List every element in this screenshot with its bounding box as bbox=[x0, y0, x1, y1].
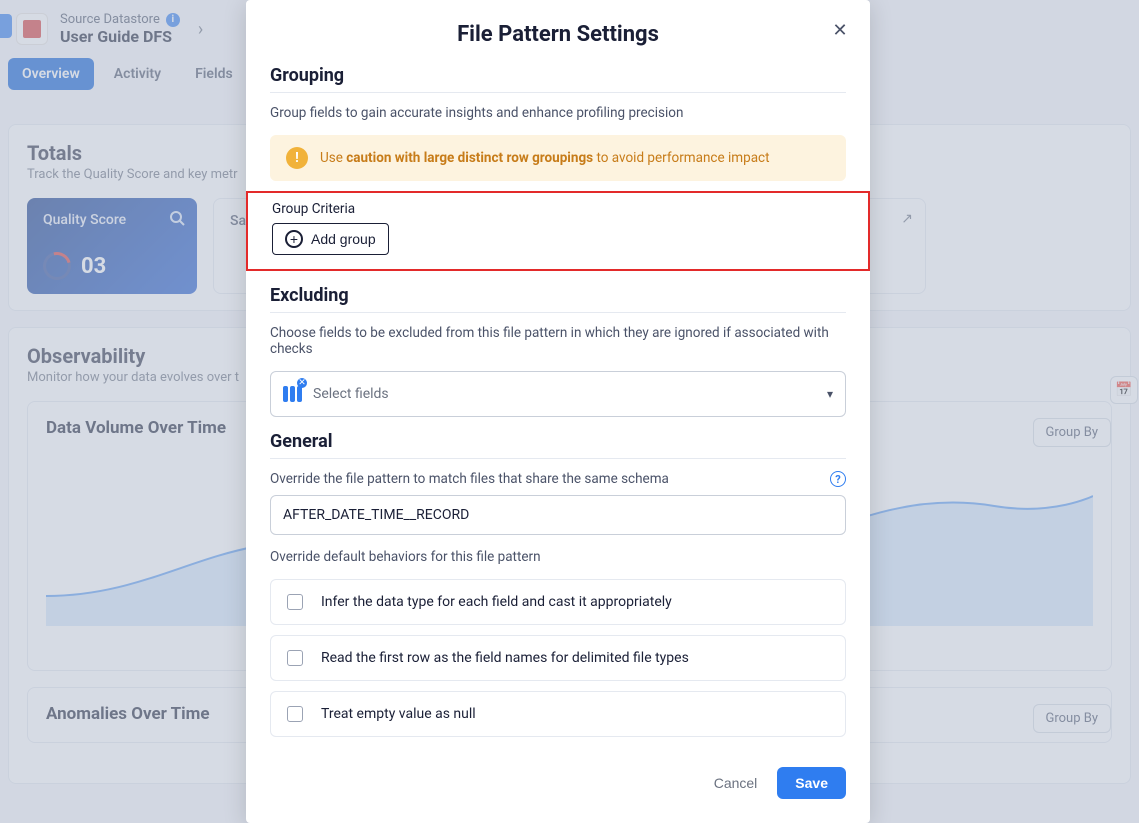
add-group-label: Add group bbox=[311, 231, 376, 247]
override-behaviors-label: Override default behaviors for this file… bbox=[270, 549, 846, 565]
alert-prefix: Use bbox=[320, 150, 346, 166]
grouping-title: Grouping bbox=[270, 65, 846, 86]
option-label: Treat empty value as null bbox=[321, 706, 476, 722]
close-icon[interactable]: ✕ bbox=[828, 18, 852, 42]
plus-icon: + bbox=[285, 230, 303, 248]
option-label: Infer the data type for each field and c… bbox=[321, 594, 672, 610]
group-criteria-highlight: Group Criteria + Add group bbox=[246, 191, 870, 271]
file-pattern-input[interactable] bbox=[270, 495, 846, 535]
modal-footer: Cancel Save bbox=[246, 751, 870, 823]
save-button[interactable]: Save bbox=[777, 767, 846, 799]
checkbox[interactable] bbox=[287, 594, 303, 610]
option-label: Read the first row as the field names fo… bbox=[321, 650, 689, 666]
clear-icon: ✕ bbox=[297, 378, 307, 388]
help-icon[interactable]: ? bbox=[830, 471, 846, 487]
grouping-desc: Group fields to gain accurate insights a… bbox=[270, 105, 846, 121]
alert-strong: caution with large distinct row grouping… bbox=[346, 150, 593, 166]
option-first-row-header[interactable]: Read the first row as the field names fo… bbox=[270, 635, 846, 681]
exclude-placeholder: Select fields bbox=[313, 386, 389, 402]
file-pattern-settings-modal: File Pattern Settings ✕ Grouping Group f… bbox=[246, 0, 870, 823]
checkbox[interactable] bbox=[287, 706, 303, 722]
cancel-button[interactable]: Cancel bbox=[714, 775, 758, 791]
alert-suffix: to avoid performance impact bbox=[593, 150, 769, 166]
checkbox[interactable] bbox=[287, 650, 303, 666]
warning-icon: ! bbox=[286, 147, 308, 169]
excluding-desc: Choose fields to be excluded from this f… bbox=[270, 325, 846, 357]
group-criteria-label: Group Criteria bbox=[272, 201, 844, 217]
grouping-warning: ! Use caution with large distinct row gr… bbox=[270, 135, 846, 181]
override-pattern-label: Override the file pattern to match files… bbox=[270, 471, 669, 487]
add-group-button[interactable]: + Add group bbox=[272, 223, 389, 255]
excluding-title: Excluding bbox=[270, 285, 846, 306]
option-empty-as-null[interactable]: Treat empty value as null bbox=[270, 691, 846, 737]
option-infer-type[interactable]: Infer the data type for each field and c… bbox=[270, 579, 846, 625]
modal-title: File Pattern Settings bbox=[270, 22, 846, 47]
modal-body: Grouping Group fields to gain accurate i… bbox=[246, 65, 870, 751]
exclude-fields-select[interactable]: ✕ Select fields ▾ bbox=[270, 371, 846, 417]
chevron-down-icon: ▾ bbox=[827, 387, 833, 401]
modal-header: File Pattern Settings ✕ bbox=[246, 0, 870, 65]
general-title: General bbox=[270, 431, 846, 452]
